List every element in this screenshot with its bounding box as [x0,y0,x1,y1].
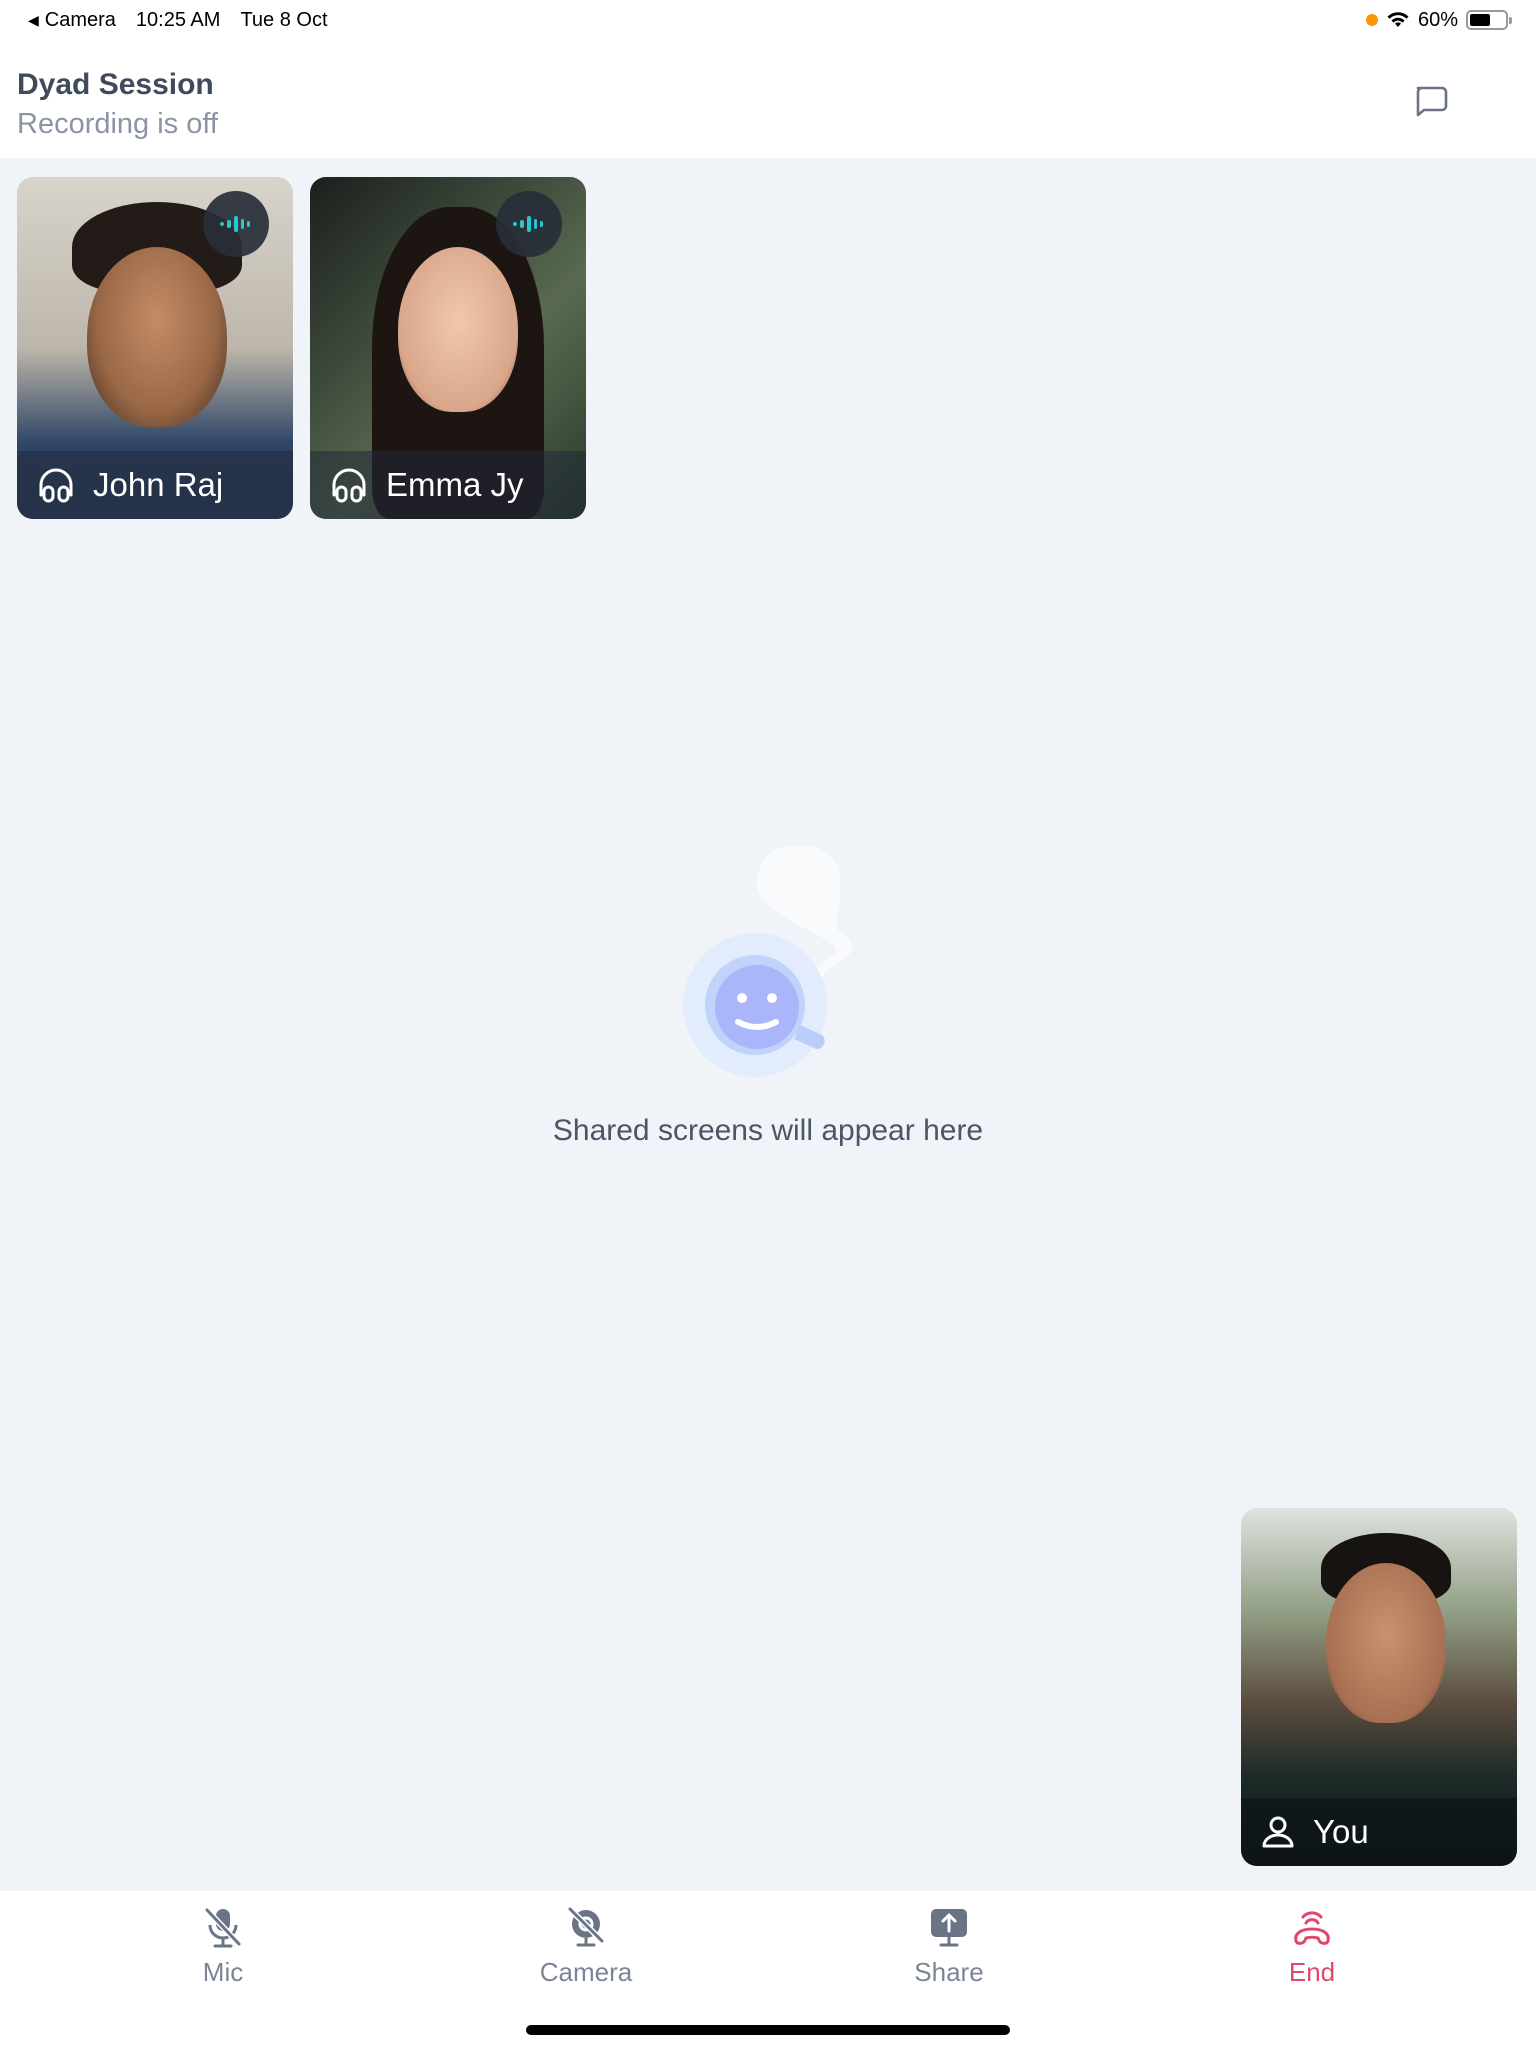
participant-name: Emma Jy [386,466,524,503]
chat-bubble-icon [1416,86,1448,117]
status-left: ◀ Camera 10:25 AM Tue 8 Oct [28,9,328,32]
participant-video-face [398,247,518,412]
home-indicator[interactable] [526,2025,1010,2035]
status-time: 10:25 AM [135,8,221,31]
end-call-button[interactable]: End [1212,1891,1412,1991]
end-label: End [1288,1957,1336,1987]
battery-percent: 60% [1417,8,1458,31]
session-title: Dyad Session [17,68,214,101]
back-arrow-icon: ◀ [28,11,39,28]
call-toolbar: Mic Camera Share End [0,1891,1536,2048]
participant-tile[interactable]: Emma Jy [310,177,586,519]
participant-video-face [87,247,227,427]
battery-icon [1466,10,1512,30]
self-video-face [1326,1563,1446,1723]
self-view-tile[interactable]: You [1241,1508,1517,1866]
camera-toggle-button[interactable]: Camera [486,1891,686,1991]
person-icon [1262,1816,1294,1848]
self-name: You [1313,1813,1369,1850]
status-bar: ◀ Camera 10:25 AM Tue 8 Oct 60% [0,0,1536,40]
status-right: 60% [1365,8,1512,32]
mic-in-use-indicator-icon [1365,14,1378,26]
speaking-wave-icon [220,216,250,232]
participant-name-bar: Emma Jy [310,451,586,519]
participant-name-bar: John Raj [17,451,293,519]
end-call-icon [1294,1911,1330,1945]
camera-off-icon [567,1907,605,1947]
share-screen-icon [931,1909,967,1947]
self-name-bar: You [1241,1798,1517,1866]
status-date: Tue 8 Oct [240,8,328,31]
battery-level [1470,14,1491,26]
participant-tile[interactable]: John Raj [17,177,293,519]
smiley-cup-icon [683,845,853,1077]
chat-button[interactable] [1408,80,1452,124]
back-app-label: Camera [44,8,116,31]
session-header: Dyad Session Recording is off [0,40,1536,158]
share-screen-button[interactable]: Share [849,1891,1049,1991]
mic-toggle-button[interactable]: Mic [123,1891,323,1991]
recording-status: Recording is off [17,108,218,140]
wifi-icon [1387,12,1409,27]
headphones-icon [39,468,73,503]
speaking-indicator [203,191,269,257]
participant-name: John Raj [93,466,224,503]
mic-off-icon [204,1907,242,1948]
camera-label: Camera [539,1957,633,1987]
speaking-indicator [496,191,562,257]
speaking-wave-icon [513,216,543,232]
back-to-app[interactable]: ◀ Camera [28,9,116,32]
headphones-icon [332,468,366,503]
mic-label: Mic [202,1957,244,1987]
share-label: Share [914,1957,984,1987]
empty-state-message: Shared screens will appear here [552,1114,984,1147]
